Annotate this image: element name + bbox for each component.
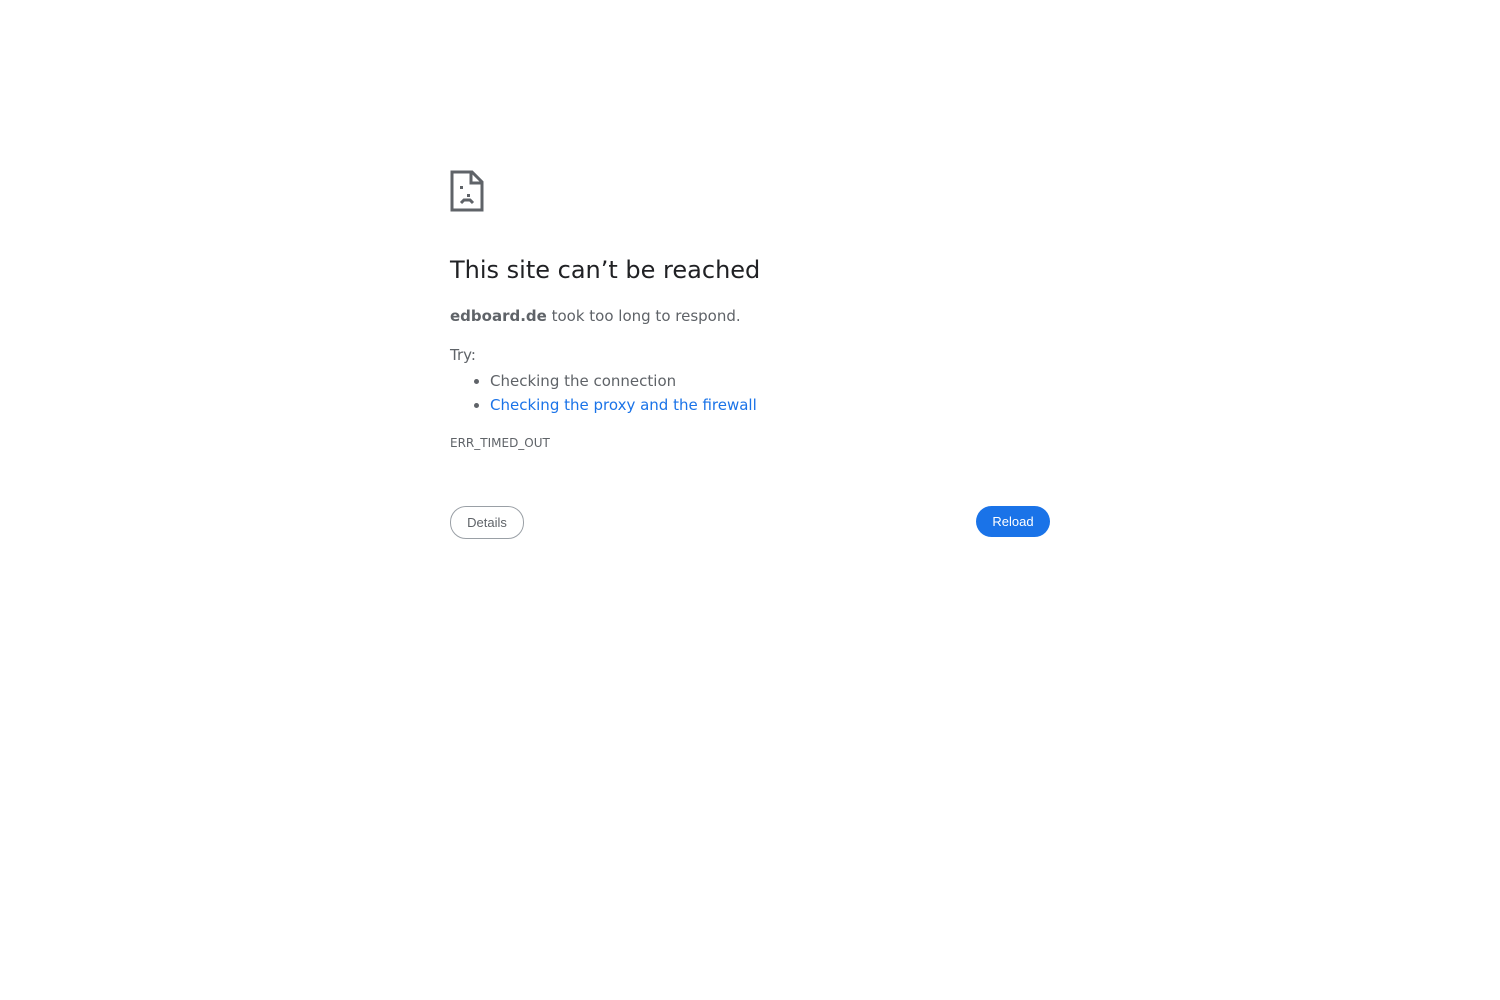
- suggestions-list: Checking the connection Checking the pro…: [450, 369, 757, 417]
- page-title: This site can’t be reached: [450, 256, 761, 284]
- error-code: ERR_TIMED_OUT: [450, 436, 550, 450]
- proxy-firewall-link[interactable]: Checking the proxy and the firewall: [490, 396, 757, 414]
- host-name: edboard.de: [450, 307, 547, 325]
- error-message: edboard.de took too long to respond.: [450, 307, 741, 325]
- suggestion-check-proxy[interactable]: Checking the proxy and the firewall: [490, 393, 757, 417]
- details-button[interactable]: Details: [450, 506, 524, 539]
- try-label: Try:: [450, 346, 476, 364]
- sad-document-icon: [450, 170, 484, 212]
- error-page: This site can’t be reached edboard.de to…: [450, 170, 1050, 539]
- suggestion-check-connection: Checking the connection: [490, 369, 757, 393]
- reload-button[interactable]: Reload: [976, 506, 1050, 537]
- suggestion-label: Checking the connection: [490, 372, 677, 390]
- message-suffix: took too long to respond.: [546, 307, 741, 325]
